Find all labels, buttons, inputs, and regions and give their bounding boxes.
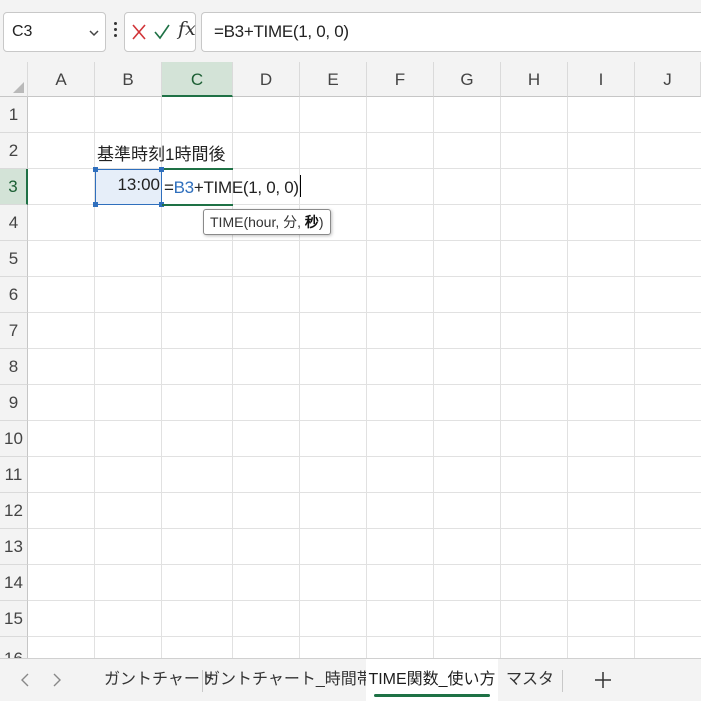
enter-check-icon[interactable] [153, 23, 171, 41]
row-header-7[interactable]: 7 [0, 313, 28, 349]
row-header-5[interactable]: 5 [0, 241, 28, 277]
text-caret [299, 175, 301, 197]
name-box-value: C3 [12, 23, 33, 40]
gridline [28, 240, 701, 241]
column-header-j[interactable]: J [635, 62, 701, 97]
row-header-2[interactable]: 2 [0, 133, 28, 169]
chevron-left-icon[interactable] [18, 671, 32, 689]
tooltip-prefix: TIME(hour, 分, [210, 214, 305, 230]
row-header-3[interactable]: 3 [0, 169, 28, 205]
row-header-9[interactable]: 9 [0, 385, 28, 421]
gridline [28, 456, 701, 457]
sheet-tab-gantt-hourly[interactable]: ガントチャート_時間帯別 [204, 659, 389, 701]
column-header-b[interactable]: B [95, 62, 162, 97]
insert-function-icon[interactable]: fx [178, 18, 196, 40]
gridline [28, 132, 701, 133]
row-header-6[interactable]: 6 [0, 277, 28, 313]
tab-separator [202, 670, 203, 692]
tooltip-suffix: ) [318, 214, 324, 230]
row-header-10[interactable]: 10 [0, 421, 28, 457]
sheet-tab-bar: ガントチャート ガントチャート_時間帯別 TIME関数_使い方 マスタ [0, 658, 701, 701]
function-arguments-tooltip[interactable]: TIME(hour, 分, 秒) [203, 209, 331, 235]
gridline [500, 97, 501, 658]
formula-input[interactable]: =B3+TIME(1, 0, 0) [201, 12, 701, 52]
formula-rest: +TIME(1, 0, 0) [193, 178, 299, 197]
formula-prefix: = [164, 178, 174, 197]
row-header-4[interactable]: 4 [0, 205, 28, 241]
row-header-16[interactable]: 16 [0, 637, 28, 658]
plus-icon[interactable] [592, 669, 614, 691]
cancel-icon[interactable] [131, 23, 147, 41]
reference-handle[interactable] [93, 202, 98, 207]
gridline [433, 97, 434, 658]
column-header-a[interactable]: A [28, 62, 95, 97]
sheet-tab-gantt[interactable]: ガントチャート [104, 659, 216, 701]
sheet-tab-time-function[interactable]: TIME関数_使い方 [366, 659, 498, 701]
column-header-h[interactable]: H [501, 62, 568, 97]
tooltip-current-argument: 秒 [304, 214, 319, 230]
formula-controls: fx [124, 12, 196, 52]
column-header-i[interactable]: I [568, 62, 635, 97]
column-header-c[interactable]: C [162, 62, 233, 97]
formula-reference: B3 [173, 178, 195, 197]
row-header-12[interactable]: 12 [0, 493, 28, 529]
row-header-13[interactable]: 13 [0, 529, 28, 565]
row-header-1[interactable]: 1 [0, 97, 28, 133]
chevron-right-icon[interactable] [50, 671, 64, 689]
formula-text: =B3+TIME(1, 0, 0) [214, 22, 349, 41]
column-header-f[interactable]: F [367, 62, 434, 97]
gridline [28, 528, 701, 529]
reference-handle[interactable] [93, 167, 98, 172]
gridline [28, 600, 701, 601]
gridline [28, 348, 701, 349]
row-header-11[interactable]: 11 [0, 457, 28, 493]
cell-c2[interactable]: 1時間後 [165, 140, 225, 165]
gridline [28, 312, 701, 313]
gridline [28, 276, 701, 277]
gridline [567, 97, 568, 658]
cell-b3[interactable]: 13:00 [95, 175, 160, 195]
chevron-down-icon[interactable] [87, 26, 101, 40]
gridline [28, 564, 701, 565]
row-header-14[interactable]: 14 [0, 565, 28, 601]
cell-c3-editor[interactable]: =B3+TIME(1, 0, 0) [164, 175, 301, 198]
name-box[interactable]: C3 [3, 12, 106, 52]
column-header-d[interactable]: D [233, 62, 300, 97]
spreadsheet-grid[interactable]: A B C D E F G H I J 1 2 3 4 5 6 7 8 9 10… [0, 62, 701, 658]
row-header-15[interactable]: 15 [0, 601, 28, 637]
tab-separator [562, 670, 563, 692]
active-tab-underline [374, 694, 490, 697]
gridline [28, 420, 701, 421]
gridline [634, 97, 635, 658]
column-header-e[interactable]: E [300, 62, 367, 97]
sheet-tab-master[interactable]: マスタ [500, 659, 560, 701]
sheet-tab-label: TIME関数_使い方 [368, 671, 496, 688]
gridline [28, 636, 701, 637]
select-all-button[interactable] [0, 62, 28, 97]
more-options-icon[interactable] [112, 20, 118, 42]
gridline [28, 492, 701, 493]
gridline [28, 384, 701, 385]
formula-bar: C3 fx =B3+TIME(1, 0, 0) [0, 0, 701, 62]
row-header-8[interactable]: 8 [0, 349, 28, 385]
cell-b2[interactable]: 基準時刻 [97, 140, 165, 165]
column-header-g[interactable]: G [434, 62, 501, 97]
gridline [366, 97, 367, 658]
